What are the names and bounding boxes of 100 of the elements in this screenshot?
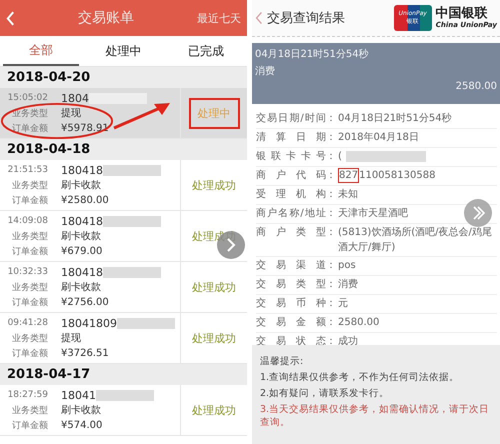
type-value: 刷卡收款 [61, 230, 101, 243]
detail-label: 交易渠道 [256, 258, 326, 272]
detail-value: 2580.00 [338, 316, 380, 330]
colon-text: ： [326, 226, 337, 239]
notice-title: 温馨提示: [260, 355, 304, 368]
amount-value: ¥574.00 [61, 420, 102, 430]
detail-value: 消费 [338, 278, 358, 292]
summary-amount: 2580.00 [456, 81, 497, 92]
field-label: 订单金额 [11, 348, 49, 360]
field-label: 订单金额 [11, 122, 49, 134]
transaction-row[interactable]: 14:09:08 180418 业务类型 刷卡收款 订单金额 ¥679.00 处理成功 [0, 211, 247, 262]
field-label: 订单金额 [11, 420, 49, 432]
status-text: 处理成功 [192, 178, 236, 192]
brand-name: 中国银联 [436, 7, 488, 21]
field-label: 业务类型 [11, 332, 49, 344]
colon-text: ： [326, 169, 337, 182]
colon-text: ： [326, 131, 337, 144]
detail-value: (5813)饮酒场所(酒吧/夜总会/鸡尾酒大厅/舞厅) [338, 226, 493, 255]
detail-label: 银联卡卡号 [256, 150, 326, 163]
type-value: 刷卡收款 [61, 280, 101, 294]
colon-text: ： [326, 297, 337, 310]
notice-text: 2.如有疑问，请联系发卡行。 [260, 387, 390, 400]
blurred-area [103, 164, 161, 176]
detail-value: ( [338, 150, 342, 164]
date-header: 2018-04-18 [0, 139, 247, 160]
summary-type: 消费 [255, 64, 276, 78]
detail-label: 交易日期/时间 [256, 112, 326, 125]
colon-text: ： [326, 335, 337, 348]
colon-text: ： [326, 207, 337, 220]
date-header: 2018-04-17 [0, 364, 247, 385]
colon-text: ： [326, 278, 337, 291]
status-text: 处理成功 [192, 402, 236, 418]
order-number: 1804 [61, 92, 89, 104]
time-text: 14:09:08 [6, 216, 49, 226]
detail-label: 商户代码 [256, 168, 326, 182]
amount-value: ¥2756.00 [61, 296, 109, 308]
order-number: 180418 [61, 164, 103, 176]
amount-value: ¥3726.51 [61, 348, 109, 358]
blurred-area [96, 390, 154, 400]
detail-label: 交易金额 [256, 316, 326, 329]
time-text: 15:05:02 [6, 93, 49, 103]
status-text: 处理中 [188, 98, 240, 128]
detail-label: 清算日期 [256, 130, 326, 144]
order-number: 180418 [61, 266, 103, 278]
detail-value: pos [338, 259, 356, 273]
order-number: 18041 [61, 388, 96, 402]
detail-value: 天津市天星酒吧 [338, 206, 408, 221]
page-title: 交易账单 [77, 9, 135, 27]
type-value: 提现 [61, 332, 81, 345]
transaction-row[interactable]: 09:41:28 18041809 业务类型 提现 订单金额 ¥3726.51 处理成功 [0, 313, 247, 364]
time-text: 18:27:59 [6, 390, 49, 400]
status-text: 处理成功 [192, 228, 236, 244]
detail-value: 未知 [338, 188, 358, 202]
time-text: 10:32:33 [6, 267, 49, 277]
blurred-area [103, 266, 161, 278]
detail-label: 交易类型 [256, 278, 326, 291]
next-button[interactable] [464, 199, 492, 227]
time-text: 09:41:28 [6, 318, 49, 328]
annotation-arrow [112, 100, 172, 130]
detail-value: 2018年04月18日 [338, 131, 419, 145]
detail-label: 商户名称/地址 [256, 206, 326, 220]
detail-value: 成功 [338, 334, 358, 349]
detail-label: 商户类型 [256, 226, 326, 239]
amount-value: ¥2580.00 [61, 194, 109, 206]
field-label: 业务类型 [11, 404, 49, 416]
field-label: 订单金额 [11, 296, 49, 308]
page-title: 交易查询结果 [267, 10, 346, 27]
date-header: 2018-04-20 [0, 67, 247, 88]
detail-label: 受理机构 [256, 188, 326, 201]
transaction-row[interactable]: 10:32:33 180418 业务类型 刷卡收款 订单金额 ¥2756.00 处理成功 [0, 262, 247, 313]
type-value: 刷卡收款 [61, 178, 101, 192]
notice-text: 1.查询结果仅供参考，不作为任何司法依据。 [260, 371, 460, 384]
type-value: 提现 [61, 107, 81, 120]
order-number: 18041809 [61, 316, 117, 330]
transaction-row[interactable]: 18:27:59 18041 业务类型 刷卡收款 订单金额 ¥574.00 处理成功 [0, 385, 247, 436]
colon-text: ： [326, 188, 337, 201]
summary-datetime: 04月18日21时51分54秒 [255, 48, 370, 61]
colon-text: ： [326, 150, 337, 163]
blurred-area [103, 216, 161, 226]
time-text: 21:51:53 [6, 165, 49, 175]
field-label: 订单金额 [11, 194, 49, 206]
colon-text: ： [326, 259, 337, 272]
colon-text: ： [326, 316, 337, 329]
notice-text: 3.当天交易结果仅供参考，如需确认情况，请于次日查询。 [260, 403, 490, 429]
order-number: 180418 [61, 214, 103, 228]
transaction-row[interactable]: 21:51:53 180418 业务类型 刷卡收款 订单金额 ¥2580.00 处理成功 [0, 160, 247, 211]
field-label: 业务类型 [11, 230, 49, 242]
field-label: 订单金额 [11, 246, 49, 258]
back-icon[interactable] [255, 11, 263, 25]
detail-label: 交易币种 [256, 296, 326, 310]
colon-text: ： [326, 112, 337, 125]
status-text: 处理成功 [192, 280, 236, 294]
field-label: 业务类型 [11, 282, 49, 294]
field-label: 业务类型 [11, 180, 49, 192]
highlighted-code: 827 [338, 168, 360, 183]
status-text: 处理成功 [192, 330, 236, 346]
detail-value: 元 [338, 297, 348, 311]
blurred-area [117, 318, 175, 328]
type-value: 刷卡收款 [61, 404, 101, 417]
detail-value: 110058130588 [359, 169, 436, 183]
